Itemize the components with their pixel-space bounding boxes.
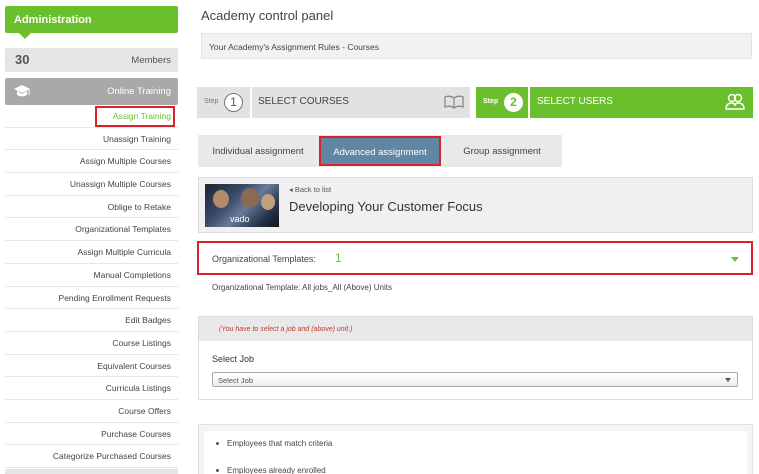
sidebar-item-oblige-to-retake[interactable]: Oblige to Retake	[5, 196, 178, 219]
tab-label: Advanced assignment	[333, 147, 427, 158]
org-templates-count: 1	[335, 251, 342, 265]
org-templates-label: Organizational Templates:	[212, 254, 316, 264]
page-title: Academy control panel	[201, 8, 334, 23]
course-panel: vado ◂ Back to list Developing Your Cust…	[198, 177, 753, 233]
highlight-box	[95, 106, 175, 127]
step-divider	[528, 87, 530, 118]
tab-label: Individual assignment	[212, 146, 304, 157]
online-training-submenu: Assign Training Unassign Training Assign…	[5, 105, 178, 468]
sidebar-item-label: Purchase Courses	[101, 428, 171, 439]
sidebar-item-members[interactable]: 30 Members	[5, 48, 178, 72]
step-word: Step	[483, 98, 499, 105]
job-panel-header: (You have to select a job and (above) un…	[199, 317, 752, 341]
tab-active-box: Advanced assignment	[319, 136, 441, 166]
sidebar-item-label: Oblige to Retake	[107, 201, 171, 212]
list-item-label: Employees that match criteria	[227, 439, 333, 448]
list-item[interactable]: Employees already enrolled	[216, 466, 326, 474]
step-label: SELECT COURSES	[258, 96, 349, 107]
caret-left-icon: ◂	[289, 185, 293, 194]
sidebar-item-manual-completions[interactable]: Manual Completions	[5, 264, 178, 287]
thumbnail-logo: vado	[230, 214, 250, 224]
sidebar-item-label: Categorize Purchased Courses	[52, 451, 171, 462]
sidebar-item-label: Course Listings	[112, 337, 171, 348]
select-job-value: Select Job	[218, 376, 254, 385]
sidebar-item-assign-multiple-curricula[interactable]: Assign Multiple Curricula	[5, 241, 178, 264]
sidebar-item-edit-badges[interactable]: Edit Badges	[5, 309, 178, 332]
sidebar-item-label: Course Offers	[118, 405, 171, 416]
sidebar-item-label: Unassign Training	[102, 133, 171, 144]
sidebar-item-label: Assign Multiple Curricula	[77, 247, 171, 258]
book-icon	[444, 95, 464, 111]
back-link-label: Back to list	[294, 185, 332, 194]
sidebar-item-online-training[interactable]: Online Training	[5, 78, 178, 105]
employees-panel: Employees that match criteria Employees …	[198, 424, 753, 474]
step-number: 2	[504, 93, 523, 112]
sidebar-item-label: Edit Badges	[125, 315, 171, 326]
list-item[interactable]: Employees that match criteria	[216, 439, 332, 448]
step-select-users[interactable]: Step 2 SELECT USERS	[476, 87, 753, 118]
sidebar-item-label: Equivalent Courses	[97, 360, 171, 371]
sidebar-item-pending-enrollment-requests[interactable]: Pending Enrollment Requests	[5, 287, 178, 310]
step-number: 1	[224, 93, 243, 112]
select-job-dropdown[interactable]: Select Job	[212, 372, 738, 387]
sidebar-item-assign-training[interactable]: Assign Training	[5, 105, 178, 128]
rules-bar: Your Academy's Assignment Rules - Course…	[201, 33, 752, 59]
bullet-icon	[216, 442, 219, 446]
thumbnail-figure	[241, 188, 259, 208]
thumbnail-figure	[261, 194, 275, 210]
sidebar-item-organizational-templates[interactable]: Organizational Templates	[5, 218, 178, 242]
step-label: SELECT USERS	[537, 96, 613, 107]
administration-header[interactable]: Administration	[5, 6, 178, 33]
members-icon: 30	[15, 52, 30, 67]
step-divider	[250, 87, 252, 118]
sidebar-item-course-listings[interactable]: Course Listings	[5, 332, 178, 355]
job-warning: (You have to select a job and (above) un…	[219, 326, 353, 333]
members-label: Members	[131, 55, 171, 66]
back-to-list-link[interactable]: ◂ Back to list	[289, 185, 331, 194]
sidebar-item-assign-multiple-courses[interactable]: Assign Multiple Courses	[5, 150, 178, 174]
bullet-icon	[216, 469, 219, 473]
select-job-label: Select Job	[212, 354, 255, 364]
sidebar-item-label: Pending Enrollment Requests	[58, 292, 171, 303]
sidebar-item-label: Assign Multiple Courses	[79, 156, 171, 167]
course-title: Developing Your Customer Focus	[289, 199, 483, 214]
step-select-courses[interactable]: Step 1 SELECT COURSES	[197, 87, 470, 118]
tab-group-assignment[interactable]: Group assignment	[442, 135, 562, 167]
sidebar: Administration 30 Members Online Trainin…	[5, 6, 178, 474]
thumbnail-figure	[213, 190, 229, 208]
sidebar-item-label: Organizational Templates	[75, 224, 171, 235]
select-job-panel: (You have to select a job and (above) un…	[198, 316, 753, 400]
admin-caret-icon	[19, 33, 31, 39]
graduation-cap-icon	[13, 83, 31, 101]
org-template-note: Organizational Template: All jobs_All (A…	[212, 283, 392, 292]
tab-advanced-assignment[interactable]: Advanced assignment	[318, 135, 442, 167]
sidebar-item-unassign-training[interactable]: Unassign Training	[5, 128, 178, 151]
course-thumbnail: vado	[205, 184, 279, 227]
administration-label: Administration	[14, 14, 92, 26]
sidebar-item-categorize-purchased-courses[interactable]: Categorize Purchased Courses	[5, 445, 178, 468]
assignment-tabs: Individual assignment Advanced assignmen…	[198, 135, 562, 167]
sidebar-item-unassign-multiple-courses[interactable]: Unassign Multiple Courses	[5, 173, 178, 196]
list-item-label: Employees already enrolled	[227, 466, 326, 474]
sidebar-item-next[interactable]	[5, 469, 178, 474]
rules-title: Your Academy's Assignment Rules - Course…	[209, 42, 379, 52]
org-templates-dropdown[interactable]: Organizational Templates: 1	[197, 241, 753, 275]
employees-list: Employees that match criteria Employees …	[204, 431, 747, 474]
sidebar-item-label: Unassign Multiple Courses	[69, 179, 171, 190]
online-training-label: Online Training	[107, 86, 171, 97]
sidebar-item-purchase-courses[interactable]: Purchase Courses	[5, 423, 178, 446]
tab-individual-assignment[interactable]: Individual assignment	[198, 135, 318, 167]
users-icon	[725, 93, 745, 113]
sidebar-item-label: Curricula Listings	[105, 383, 171, 394]
sidebar-item-course-offers[interactable]: Course Offers	[5, 400, 178, 423]
sidebar-item-equivalent-courses[interactable]: Equivalent Courses	[5, 355, 178, 378]
sidebar-item-label: Manual Completions	[93, 269, 171, 280]
chevron-down-icon	[731, 257, 739, 262]
sidebar-item-curricula-listings[interactable]: Curricula Listings	[5, 377, 178, 400]
step-word: Step	[204, 98, 219, 105]
caret-down-icon	[725, 378, 731, 382]
tab-label: Group assignment	[463, 146, 541, 157]
